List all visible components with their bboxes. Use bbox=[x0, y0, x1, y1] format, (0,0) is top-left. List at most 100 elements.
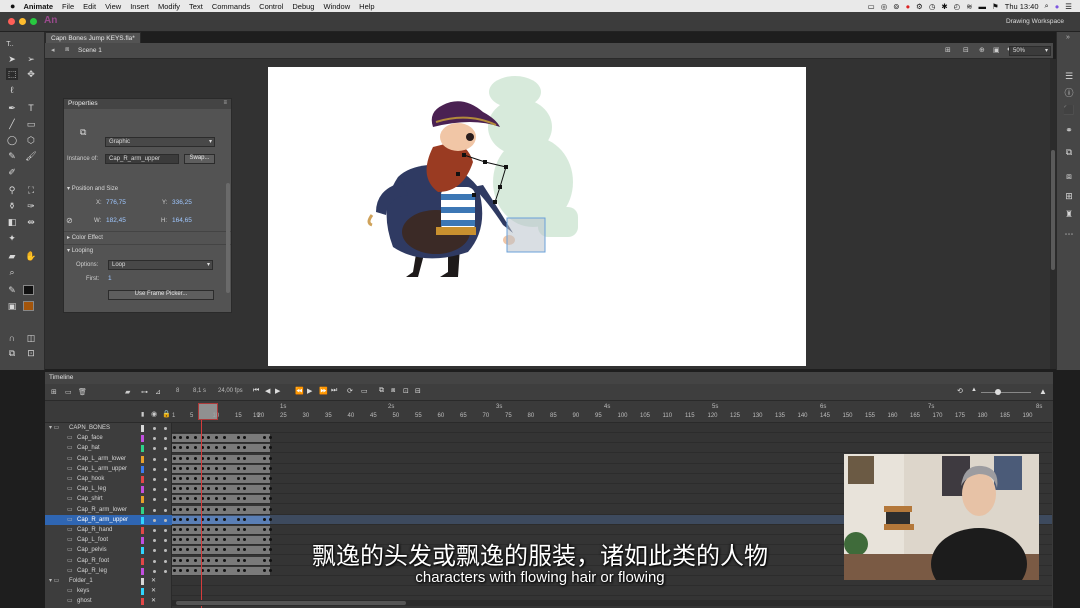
color-panel-icon[interactable]: ⬛ bbox=[1063, 104, 1075, 116]
onion-markers-icon[interactable]: ⊟ bbox=[415, 387, 421, 395]
zoom-tool-icon[interactable]: ⌕ bbox=[6, 266, 18, 278]
code-snippets-icon[interactable]: ⋯ bbox=[1063, 228, 1075, 240]
pen-tool-icon[interactable]: ✒ bbox=[6, 102, 18, 114]
keyframe-dot[interactable] bbox=[269, 446, 272, 450]
highlight-layers-icon[interactable]: ▮ bbox=[141, 411, 144, 418]
new-layer-icon[interactable]: ⊞ bbox=[51, 388, 57, 396]
first-frame-icon[interactable]: ⏮ bbox=[253, 387, 259, 395]
keyframe-dot[interactable] bbox=[263, 517, 266, 521]
layer-color-swatch[interactable] bbox=[141, 516, 144, 524]
notification-icon[interactable]: ☰ bbox=[1065, 2, 1072, 11]
layer-icon[interactable]: ▭ bbox=[67, 596, 73, 606]
brush-tool-icon[interactable]: 🖌 bbox=[25, 150, 37, 162]
keyframe-dot[interactable] bbox=[194, 477, 197, 480]
layer-icon[interactable]: ▭ bbox=[67, 525, 73, 535]
menu-app-name[interactable]: Animate bbox=[23, 2, 53, 11]
layer-icon[interactable]: ▭ bbox=[67, 515, 73, 525]
x-value[interactable]: 776,75 bbox=[106, 199, 126, 206]
paint-brush-icon[interactable]: ✐ bbox=[6, 166, 18, 178]
keyframe-dot[interactable] bbox=[243, 466, 246, 470]
use-frame-picker-button[interactable]: Use Frame Picker... bbox=[108, 290, 214, 300]
keyframe-dot[interactable] bbox=[269, 497, 272, 501]
link-icon[interactable]: ⊘ bbox=[66, 216, 73, 225]
keyframe-dot[interactable] bbox=[237, 528, 240, 531]
keyframe-dot[interactable] bbox=[207, 456, 210, 460]
lock-dot[interactable] bbox=[164, 447, 167, 451]
keyframe-dot[interactable] bbox=[263, 466, 266, 470]
keyframe-dot[interactable] bbox=[186, 507, 189, 511]
keyframe-dot[interactable] bbox=[173, 528, 176, 531]
keyframe-dot[interactable] bbox=[207, 517, 210, 521]
keyframe-dot[interactable] bbox=[237, 517, 240, 521]
layer-color-swatch[interactable] bbox=[141, 465, 144, 473]
play-icon[interactable]: ▶ bbox=[275, 387, 280, 395]
lock-dot[interactable] bbox=[164, 498, 167, 502]
menu-text[interactable]: Text bbox=[189, 2, 203, 11]
color-effect-section[interactable]: ▸ Color Effect bbox=[67, 234, 103, 241]
layer-color-swatch[interactable] bbox=[141, 588, 144, 596]
stroke-color-swatch[interactable] bbox=[23, 285, 34, 295]
keyframe-dot[interactable] bbox=[263, 477, 266, 480]
keyframe-dot[interactable] bbox=[223, 466, 226, 470]
keyframe-dot[interactable] bbox=[194, 528, 197, 531]
layer-row[interactable]: ▭ keys ✕ bbox=[45, 586, 172, 596]
snap-magnet-icon[interactable]: ∩ bbox=[6, 332, 18, 344]
stage-canvas[interactable] bbox=[268, 67, 806, 366]
keyframe-dot[interactable] bbox=[263, 456, 266, 460]
keyframe-dot[interactable] bbox=[243, 517, 246, 521]
keyframe-dot[interactable] bbox=[269, 507, 272, 511]
delete-layer-icon[interactable]: 🗑 bbox=[78, 388, 87, 396]
time-machine-icon[interactable]: ◷ bbox=[929, 2, 936, 11]
keyframe-dot[interactable] bbox=[269, 466, 272, 470]
visibility-dot[interactable] bbox=[153, 478, 156, 481]
keyframe-dot[interactable] bbox=[215, 477, 218, 480]
visibility-dot[interactable] bbox=[153, 518, 156, 522]
layer-row[interactable]: ▭ Cap_R_arm_lower bbox=[45, 505, 172, 515]
current-frame-field[interactable]: 8 bbox=[176, 388, 179, 394]
layer-icon[interactable]: ▭ bbox=[67, 586, 73, 596]
keyframe-dot[interactable] bbox=[173, 456, 176, 460]
transform-panel-icon[interactable]: ⧉ bbox=[1063, 146, 1075, 158]
library-panel-icon[interactable]: ⧈ bbox=[1063, 170, 1075, 182]
fps-field[interactable]: 24,00 fps bbox=[218, 388, 243, 394]
pirate-character-artwork[interactable] bbox=[268, 67, 806, 366]
assets-panel-icon[interactable]: ♜ bbox=[1063, 208, 1075, 220]
siri-icon[interactable]: ● bbox=[1055, 2, 1060, 11]
line-tool-icon[interactable]: ╱ bbox=[6, 118, 18, 130]
timeline-zoom-slider[interactable] bbox=[981, 392, 1031, 393]
keyframe-dot[interactable] bbox=[186, 477, 189, 480]
menu-edit[interactable]: Edit bbox=[83, 2, 96, 11]
lock-dot[interactable] bbox=[164, 457, 167, 461]
show-all-icon[interactable]: ◉ bbox=[151, 410, 157, 418]
timeline-title[interactable]: Timeline bbox=[49, 374, 73, 381]
keyframe-dot[interactable] bbox=[179, 528, 182, 531]
menu-commands[interactable]: Commands bbox=[212, 2, 250, 11]
layer-row[interactable]: ▭ Cap_hat bbox=[45, 443, 172, 453]
eraser-tool-icon[interactable]: ◧ bbox=[6, 216, 18, 228]
fill-color-icon[interactable]: ▣ bbox=[6, 300, 18, 312]
undo-history-icon[interactable]: ⟲ bbox=[957, 387, 963, 395]
menu-control[interactable]: Control bbox=[259, 2, 283, 11]
keyframe-dot[interactable] bbox=[179, 517, 182, 521]
layer-row[interactable]: ▭ Cap_L_leg bbox=[45, 484, 172, 494]
layer-icon[interactable]: ▭ bbox=[67, 494, 73, 504]
keyframe-dot[interactable] bbox=[207, 528, 210, 531]
keyframe-dot[interactable] bbox=[223, 507, 226, 511]
keyframe-dot[interactable] bbox=[223, 528, 226, 531]
free-transform-tool-icon[interactable]: ⬚ bbox=[6, 68, 18, 80]
keyframe-dot[interactable] bbox=[194, 507, 197, 511]
visibility-dot[interactable] bbox=[153, 457, 156, 461]
smooth-icon[interactable]: ⧉ bbox=[6, 347, 18, 359]
camera-icon[interactable]: ▣ bbox=[993, 46, 1000, 54]
screen-icon[interactable]: ▭ bbox=[868, 2, 875, 11]
zoom-select[interactable]: 50% ▾ bbox=[1009, 46, 1051, 56]
layer-color-swatch[interactable] bbox=[141, 445, 144, 453]
document-tab[interactable]: Capn Bones Jump KEYS.fla* bbox=[45, 32, 141, 43]
battery-icon[interactable]: ▬ bbox=[979, 2, 987, 11]
frame-row[interactable] bbox=[172, 443, 1052, 454]
keyframe-dot[interactable] bbox=[269, 436, 272, 440]
keyframe-dot[interactable] bbox=[207, 477, 210, 480]
looping-section[interactable]: ▾ Looping bbox=[67, 247, 93, 254]
w-value[interactable]: 182,45 bbox=[106, 217, 126, 224]
symbol-type-select[interactable]: Graphic ▾ bbox=[105, 137, 215, 147]
